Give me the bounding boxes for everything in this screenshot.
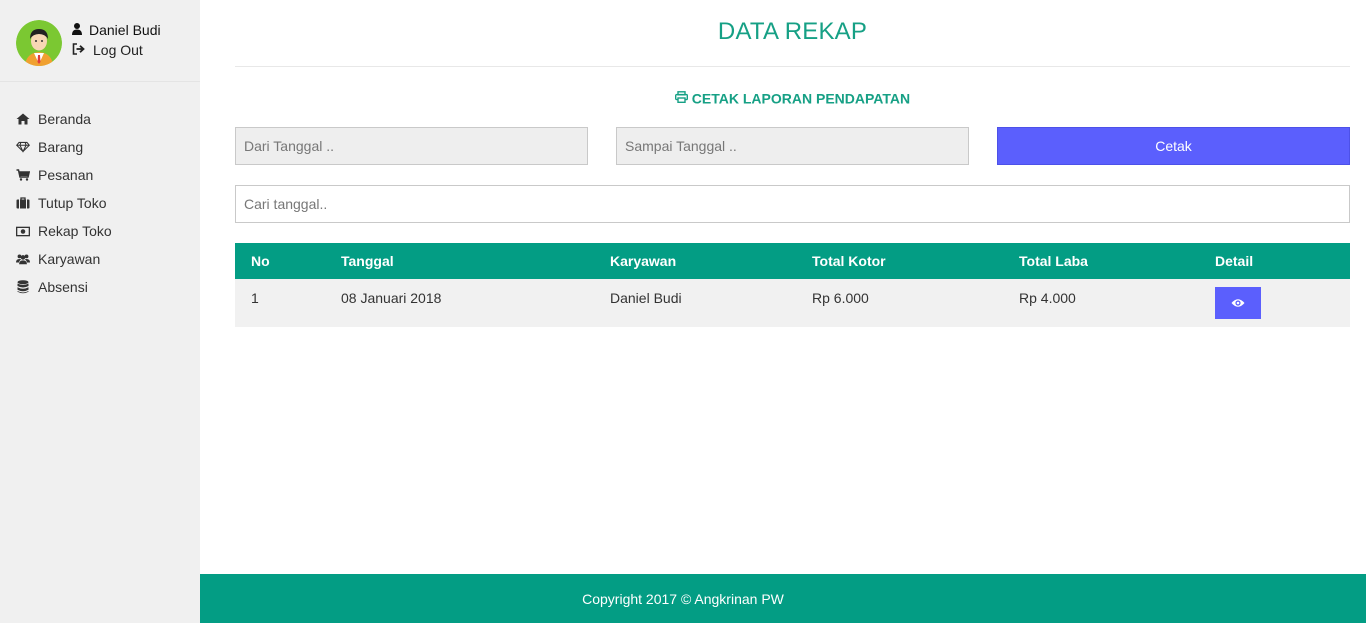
print-button[interactable]: Cetak [997, 127, 1350, 165]
user-name: Daniel Budi [89, 22, 161, 38]
sidebar-item-label: Rekap Toko [38, 223, 112, 239]
diamond-icon [16, 140, 30, 154]
sidebar: Daniel Budi Log Out Beranda Barang Pesan… [0, 0, 200, 623]
sidebar-divider [0, 81, 200, 82]
briefcase-icon [16, 196, 30, 210]
sidebar-item-label: Barang [38, 139, 84, 155]
logout-label: Log Out [93, 42, 143, 58]
money-icon [16, 224, 30, 238]
footer: Copyright 2017 © Angkrinan PW [200, 574, 1366, 623]
column-header-karyawan: Karyawan [610, 253, 677, 269]
print-link-label: CETAK LAPORAN PENDAPATAN [691, 90, 911, 107]
database-icon [16, 280, 30, 294]
copyright-text: Copyright 2017 © Angkrinan PW [582, 591, 784, 607]
sidebar-item-label: Beranda [38, 111, 91, 127]
logout-link[interactable]: Log Out [72, 42, 143, 58]
print-report-link[interactable]: CETAK LAPORAN PENDAPATAN [235, 89, 1350, 106]
sidebar-item-absensi[interactable]: Absensi [16, 273, 112, 301]
date-to-input[interactable] [616, 127, 969, 165]
sidebar-item-label: Pesanan [38, 167, 94, 183]
user-icon [72, 22, 82, 38]
sidebar-item-barang[interactable]: Barang [16, 133, 112, 161]
cell-total-kotor: Rp 6.000 [812, 290, 869, 306]
sidebar-nav: Beranda Barang Pesanan Tutup Toko Rekap … [16, 105, 112, 301]
sign-out-icon [72, 42, 85, 58]
sidebar-item-beranda[interactable]: Beranda [16, 105, 112, 133]
page-title: DATA REKAP [717, 18, 868, 45]
sidebar-item-label: Tutup Toko [38, 195, 107, 211]
sidebar-item-karyawan[interactable]: Karyawan [16, 245, 112, 273]
cell-no: 1 [251, 290, 259, 306]
sidebar-item-tutup-toko[interactable]: Tutup Toko [16, 189, 112, 217]
user-name-line: Daniel Budi [72, 22, 161, 38]
sidebar-item-label: Karyawan [38, 251, 101, 267]
date-from-input[interactable] [235, 127, 588, 165]
column-header-no: No [251, 253, 270, 269]
cell-tanggal: 08 Januari 2018 [341, 290, 442, 306]
title-divider [235, 66, 1350, 67]
print-icon [674, 90, 692, 106]
avatar [16, 20, 62, 66]
cell-detail [1199, 279, 1350, 327]
cart-icon [16, 168, 30, 182]
column-header-total-laba: Total Laba [1019, 253, 1088, 269]
column-header-tanggal: Tanggal [341, 253, 394, 269]
search-date-input[interactable] [235, 185, 1350, 223]
users-icon [16, 252, 30, 266]
cell-total-laba: Rp 4.000 [1019, 290, 1076, 306]
table-row: 1 08 Januari 2018 Daniel Budi Rp 6.000 R… [235, 279, 1350, 327]
eye-icon [1231, 296, 1245, 311]
cell-karyawan: Daniel Budi [610, 290, 682, 306]
home-icon [16, 112, 30, 126]
main-content: DATA REKAP CETAK LAPORAN PENDAPATAN Ceta… [200, 0, 1366, 574]
sidebar-item-label: Absensi [38, 279, 88, 295]
column-header-total-kotor: Total Kotor [812, 253, 886, 269]
rekap-table: No Tanggal Karyawan Total Kotor Total La… [235, 243, 1350, 327]
user-profile: Daniel Budi Log Out [16, 20, 196, 66]
sidebar-item-rekap-toko[interactable]: Rekap Toko [16, 217, 112, 245]
column-header-detail: Detail [1215, 253, 1254, 269]
table-header-row: No Tanggal Karyawan Total Kotor Total La… [235, 243, 1350, 279]
sidebar-item-pesanan[interactable]: Pesanan [16, 161, 112, 189]
view-detail-button[interactable] [1215, 287, 1261, 319]
